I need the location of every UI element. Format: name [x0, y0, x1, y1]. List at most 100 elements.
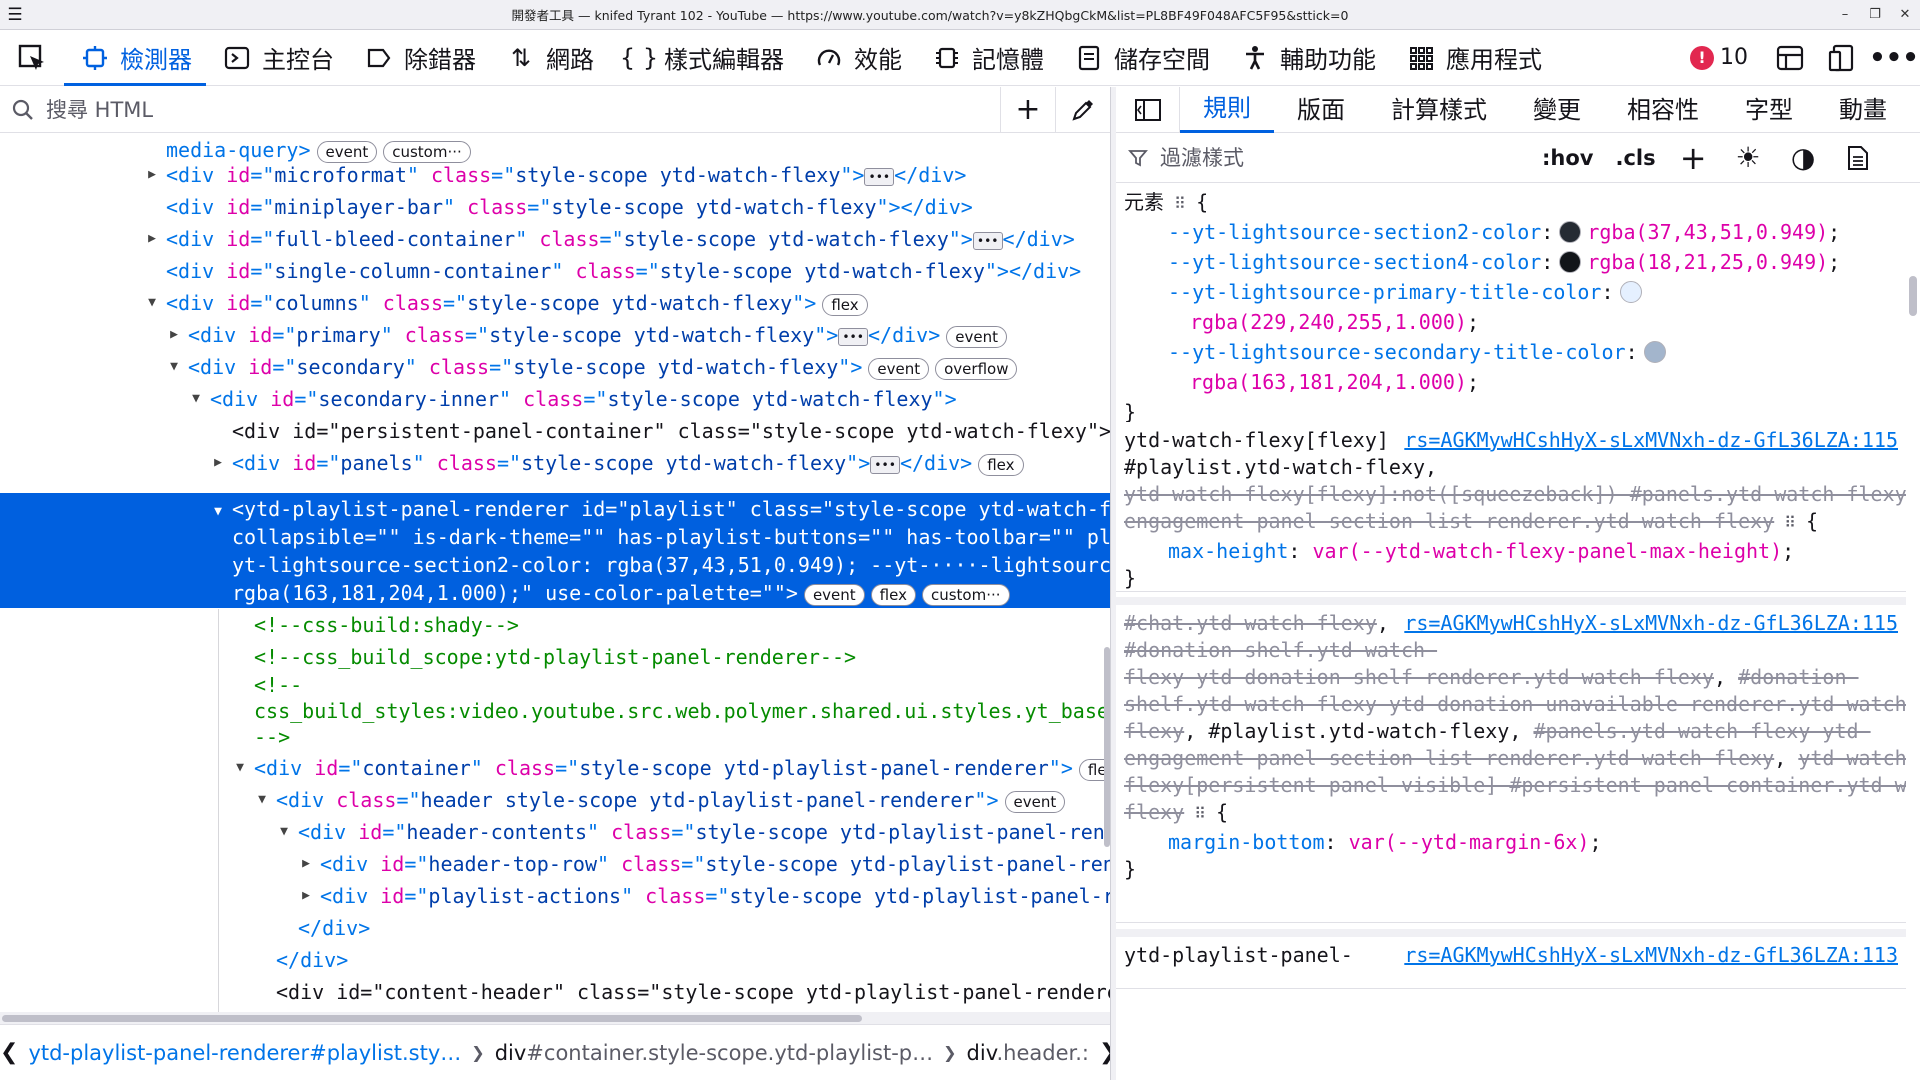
markup-line[interactable]: <!--	[0, 671, 1110, 699]
markup-line[interactable]: ▼ <div id="columns" class="style-scope yt…	[0, 287, 1110, 319]
color-swatch[interactable]	[1619, 281, 1642, 303]
collapse-arrow-icon[interactable]: ▼	[277, 816, 291, 848]
markup-line[interactable]: ▼ <div id="secondary" class="style-scope …	[0, 351, 1110, 383]
collapse-arrow-icon[interactable]: ▼	[145, 287, 159, 319]
collapse-arrow-icon[interactable]: ▼	[167, 351, 181, 383]
declaration[interactable]: --yt-lightsource-secondary-title-color:	[1168, 336, 1672, 369]
tab-rules[interactable]: 規則	[1180, 87, 1274, 133]
tab-layout[interactable]: 版面	[1274, 87, 1368, 133]
markup-line[interactable]: <div id="content-header" class="style-sc…	[0, 976, 1110, 1008]
tab-compatibility[interactable]: 相容性	[1604, 87, 1722, 133]
css-rule[interactable]: ytd-playlist-panel- rs=AGKMywHCshHyX-sLx…	[1116, 929, 1906, 989]
split-console-icon[interactable]	[1764, 30, 1816, 86]
minimize-icon[interactable]: –	[1830, 7, 1860, 22]
dark-scheme-icon[interactable]: ◑	[1776, 141, 1831, 174]
breadcrumb-item[interactable]: ytd-playlist-panel-renderer#playlist.sty…	[18, 1041, 471, 1065]
tab-application[interactable]: 應用程式	[1390, 30, 1556, 86]
collapsed-ellipsis[interactable]: •••	[972, 231, 1003, 250]
html-search-input[interactable]	[46, 97, 1000, 122]
close-icon[interactable]: ✕	[1890, 7, 1920, 22]
cls-toggle-button[interactable]: .cls	[1615, 146, 1655, 170]
tab-style-editor[interactable]: { } 樣式編輯器	[608, 30, 798, 86]
markup-line[interactable]: </div>	[0, 912, 1110, 944]
flex-badge[interactable]: flex	[870, 583, 916, 606]
markup-line[interactable]: ▼ <div id="header-contents" class="style-…	[0, 816, 1110, 848]
expand-arrow-icon[interactable]: ▶	[145, 159, 159, 191]
tab-debugger[interactable]: 除錯器	[348, 30, 490, 86]
markup-line[interactable]: ▼ <div class="header style-scope ytd-play…	[0, 784, 1110, 816]
tab-animations[interactable]: 動畫	[1816, 87, 1910, 133]
declaration[interactable]: margin-bottom: var(--ytd-margin-6x);	[1168, 826, 1602, 859]
expand-arrow-icon[interactable]: ▶	[299, 880, 313, 912]
tab-accessibility[interactable]: 輔助功能	[1224, 30, 1390, 86]
add-rule-icon[interactable]: +	[1666, 139, 1721, 177]
tab-memory[interactable]: 記憶體	[916, 30, 1058, 86]
rule-source-link[interactable]: rs=AGKMywHCshHyX-sLxMVNxh-dz-GfL36LZA:11…	[1404, 607, 1898, 640]
toggle-sidebar-icon[interactable]	[1116, 86, 1180, 133]
color-swatch[interactable]	[1559, 221, 1582, 243]
markup-horizontal-scrollbar[interactable]	[0, 1012, 1110, 1024]
overflow-badge[interactable]: overflow	[935, 357, 1018, 380]
breadcrumb-item[interactable]: div#container.style-scope.ytd-playlist-p…	[485, 1041, 943, 1065]
custom-badge[interactable]: custom···	[921, 583, 1010, 606]
selected-node[interactable]: ▼ <ytd-playlist-panel-renderer id="playl…	[0, 493, 1219, 608]
css-rule[interactable]: #chat.ytd-watch-flexy, rs=AGKMywHCshHyX-…	[1116, 597, 1906, 923]
declaration[interactable]: --yt-lightsource-section4-color: rgba(18,…	[1168, 246, 1840, 279]
maximize-icon[interactable]: ❐	[1860, 7, 1890, 22]
markup-line[interactable]: ▶ <div id="playlist-actions" class="style…	[0, 880, 1110, 912]
collapse-arrow-icon[interactable]: ▼	[233, 752, 247, 784]
tab-computed[interactable]: 計算樣式	[1368, 87, 1510, 133]
tab-performance[interactable]: 效能	[798, 30, 916, 86]
tab-fonts[interactable]: 字型	[1722, 87, 1816, 133]
chevron-left-icon[interactable]: ❮	[0, 1040, 18, 1065]
collapse-arrow-icon[interactable]: ▼	[211, 495, 225, 527]
markup-line[interactable]: <div id="miniplayer-bar" class="style-sc…	[0, 191, 1110, 223]
markup-line[interactable]: <div id="persistent-panel-container" cla…	[0, 415, 1110, 447]
scrollbar-thumb[interactable]	[2, 1015, 862, 1022]
filter-styles-input[interactable]	[1160, 145, 1520, 170]
chevron-right-icon[interactable]: ❯	[1099, 1040, 1110, 1065]
expand-arrow-icon[interactable]: ▶	[167, 319, 181, 351]
collapsed-ellipsis[interactable]: •••	[864, 167, 895, 186]
dock-options-icon[interactable]	[1816, 30, 1868, 86]
element-picker-icon[interactable]	[0, 30, 64, 86]
markup-line[interactable]: <!--css_build_scope:ytd-playlist-panel-r…	[0, 641, 1110, 673]
tab-network[interactable]: ⇅ 網路	[490, 30, 608, 86]
markup-line[interactable]: ▼ <div id="secondary-inner" class="style-…	[0, 383, 1110, 415]
collapsed-ellipsis[interactable]: •••	[838, 327, 868, 346]
rules-vertical-scrollbar[interactable]	[1906, 184, 1920, 1080]
event-badge[interactable]: event	[1004, 790, 1066, 813]
markup-line[interactable]: css_build_styles:video.youtube.src.web.p…	[0, 697, 1110, 725]
hamburger-menu-icon[interactable]: ☰	[0, 0, 30, 30]
declaration[interactable]: --yt-lightsource-primary-title-color:	[1168, 276, 1648, 309]
add-node-icon[interactable]: +	[1000, 86, 1055, 133]
eyedropper-icon[interactable]	[1055, 86, 1110, 133]
markup-line[interactable]: ▶ <div id="full-bleed-container" class="s…	[0, 223, 1110, 255]
tab-storage[interactable]: 儲存空間	[1058, 30, 1224, 86]
markup-line[interactable]: ▶ <div id="primary" class="style-scope yt…	[0, 319, 1110, 351]
collapse-arrow-icon[interactable]: ▼	[255, 784, 269, 816]
more-options-icon[interactable]: •••	[1868, 30, 1920, 86]
tab-inspector[interactable]: 檢測器	[64, 30, 206, 86]
expand-arrow-icon[interactable]: ▶	[145, 223, 159, 255]
expand-arrow-icon[interactable]: ▶	[299, 848, 313, 880]
markup-line[interactable]: ▶ <div id="panels" class="style-scope ytd…	[0, 447, 1110, 479]
scrollbar-thumb[interactable]	[1909, 276, 1917, 316]
light-scheme-icon[interactable]: ☀	[1721, 141, 1776, 174]
markup-line[interactable]: ▼ <div id="container" class="style-scope …	[0, 752, 1110, 784]
flex-badge[interactable]: flex	[978, 453, 1024, 476]
declaration[interactable]: max-height: var(--ytd-watch-flexy-panel-…	[1168, 535, 1794, 568]
markup-line[interactable]: </div>	[0, 944, 1110, 976]
markup-line[interactable]: <!--css-build:shady-->	[0, 609, 1110, 641]
event-badge[interactable]: event	[803, 583, 865, 606]
declaration[interactable]: --yt-lightsource-section2-color: rgba(37,…	[1168, 216, 1840, 249]
collapse-arrow-icon[interactable]: ▼	[189, 383, 203, 415]
collapsed-ellipsis[interactable]: •••	[870, 455, 900, 474]
event-badge[interactable]: event	[868, 357, 930, 380]
print-media-icon[interactable]	[1831, 145, 1886, 171]
rule-source-link[interactable]: rs=AGKMywHCshHyX-sLxMVNxh-dz-GfL36LZA:11…	[1404, 424, 1898, 457]
flex-badge[interactable]: flex	[822, 293, 868, 316]
color-swatch[interactable]	[1643, 341, 1666, 363]
rule-source-link[interactable]: rs=AGKMywHCshHyX-sLxMVNxh-dz-GfL36LZA:11…	[1404, 939, 1898, 972]
error-count-button[interactable]: ! 10	[1690, 45, 1748, 70]
